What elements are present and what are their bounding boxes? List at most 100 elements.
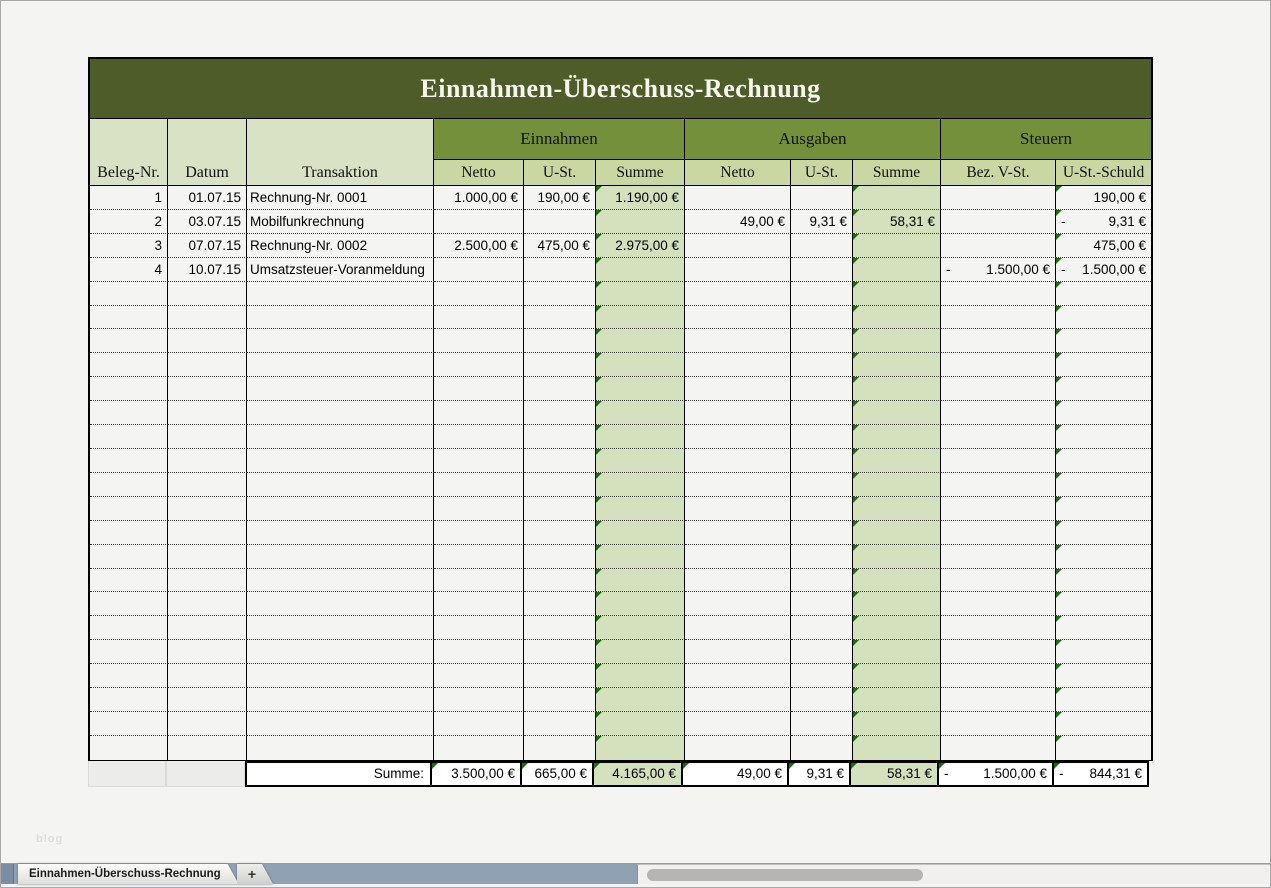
cell-a_netto[interactable] [685, 545, 791, 569]
cell-bez_vst[interactable] [941, 186, 1056, 210]
cell-nr[interactable]: 1 [90, 186, 168, 210]
cell-bez_vst[interactable] [941, 353, 1056, 377]
cell-a_ust[interactable] [791, 569, 853, 593]
cell-e_summe[interactable] [596, 306, 685, 330]
cell-a_summe[interactable] [853, 688, 941, 712]
cell-transaktion[interactable] [247, 569, 434, 593]
cell-transaktion[interactable] [247, 449, 434, 473]
cell-transaktion[interactable] [247, 473, 434, 497]
cell-e_summe[interactable] [596, 569, 685, 593]
summary-label-cell[interactable]: Summe: [245, 761, 432, 787]
cell-nr[interactable] [90, 616, 168, 640]
cell-ust_schuld[interactable] [1056, 329, 1151, 353]
cell-nr[interactable] [90, 521, 168, 545]
cell-e_ust[interactable] [524, 592, 596, 616]
cell-e_ust[interactable] [524, 497, 596, 521]
cell-bez_vst[interactable] [941, 282, 1056, 306]
cell-e_summe[interactable] [596, 712, 685, 736]
cell-transaktion[interactable] [247, 521, 434, 545]
cell-a_netto[interactable] [685, 353, 791, 377]
cell-e_ust[interactable] [524, 377, 596, 401]
cell-e_summe[interactable] [596, 425, 685, 449]
cell-ust_schuld[interactable]: -9,31 € [1056, 210, 1151, 234]
cell-datum[interactable] [168, 569, 247, 593]
cell-bez_vst[interactable] [941, 664, 1056, 688]
cell-transaktion[interactable] [247, 664, 434, 688]
cell-a_ust[interactable] [791, 186, 853, 210]
cell-a_netto[interactable] [685, 258, 791, 282]
cell-nr[interactable] [90, 329, 168, 353]
cell-e_summe[interactable] [596, 640, 685, 664]
cell-ust_schuld[interactable] [1056, 282, 1151, 306]
cell-bez_vst[interactable] [941, 306, 1056, 330]
cell-a_summe[interactable] [853, 640, 941, 664]
cell-a_netto[interactable] [685, 736, 791, 760]
cell-transaktion[interactable] [247, 353, 434, 377]
cell-datum[interactable] [168, 545, 247, 569]
cell-nr[interactable] [90, 425, 168, 449]
cell-e_netto[interactable]: 2.500,00 € [434, 234, 524, 258]
cell-e_netto[interactable] [434, 712, 524, 736]
cell-datum[interactable] [168, 616, 247, 640]
cell-transaktion[interactable] [247, 736, 434, 760]
cell-bez_vst[interactable] [941, 545, 1056, 569]
cell-e_ust[interactable] [524, 449, 596, 473]
cell-e_summe[interactable] [596, 329, 685, 353]
cell-e_netto[interactable] [434, 353, 524, 377]
cell-a_ust[interactable] [791, 521, 853, 545]
cell-ust_schuld[interactable] [1056, 688, 1151, 712]
cell-transaktion[interactable]: Rechnung-Nr. 0001 [247, 186, 434, 210]
cell-bez_vst[interactable] [941, 449, 1056, 473]
cell-ust_schuld[interactable] [1056, 616, 1151, 640]
cell-e_netto[interactable] [434, 473, 524, 497]
summary-bez-vst[interactable]: -1.500,00 € [939, 761, 1054, 787]
cell-a_netto[interactable] [685, 497, 791, 521]
cell-a_summe[interactable] [853, 329, 941, 353]
cell-transaktion[interactable] [247, 377, 434, 401]
cell-e_ust[interactable] [524, 616, 596, 640]
cell-nr[interactable] [90, 377, 168, 401]
cell-a_summe[interactable] [853, 545, 941, 569]
cell-nr[interactable] [90, 640, 168, 664]
cell-a_netto[interactable] [685, 616, 791, 640]
cell-a_ust[interactable] [791, 449, 853, 473]
cell-a_summe[interactable] [853, 569, 941, 593]
cell-transaktion[interactable] [247, 616, 434, 640]
cell-a_summe[interactable] [853, 425, 941, 449]
summary-cell-empty-datum[interactable] [166, 761, 245, 787]
cell-datum[interactable] [168, 425, 247, 449]
cell-a_netto[interactable] [685, 377, 791, 401]
cell-e_netto[interactable] [434, 736, 524, 760]
cell-e_ust[interactable] [524, 282, 596, 306]
cell-e_summe[interactable]: 2.975,00 € [596, 234, 685, 258]
cell-bez_vst[interactable] [941, 425, 1056, 449]
cell-a_summe[interactable] [853, 664, 941, 688]
cell-e_summe[interactable] [596, 592, 685, 616]
cell-nr[interactable] [90, 473, 168, 497]
cell-e_netto[interactable] [434, 329, 524, 353]
cell-a_summe[interactable] [853, 521, 941, 545]
cell-e_summe[interactable] [596, 521, 685, 545]
cell-e_ust[interactable] [524, 210, 596, 234]
cell-a_ust[interactable] [791, 592, 853, 616]
cell-a_ust[interactable] [791, 688, 853, 712]
cell-e_ust[interactable] [524, 425, 596, 449]
cell-bez_vst[interactable] [941, 234, 1056, 258]
cell-e_ust[interactable] [524, 258, 596, 282]
cell-a_summe[interactable] [853, 258, 941, 282]
cell-a_netto[interactable] [685, 401, 791, 425]
cell-e_netto[interactable] [434, 377, 524, 401]
cell-nr[interactable] [90, 569, 168, 593]
cell-e_ust[interactable] [524, 569, 596, 593]
cell-nr[interactable] [90, 592, 168, 616]
cell-e_netto[interactable] [434, 401, 524, 425]
cell-e_ust[interactable] [524, 545, 596, 569]
cell-e_netto[interactable]: 1.000,00 € [434, 186, 524, 210]
cell-a_summe[interactable] [853, 449, 941, 473]
cell-a_summe[interactable] [853, 473, 941, 497]
cell-a_ust[interactable]: 9,31 € [791, 210, 853, 234]
cell-e_summe[interactable] [596, 545, 685, 569]
cell-nr[interactable] [90, 306, 168, 330]
cell-a_netto[interactable] [685, 521, 791, 545]
cell-e_netto[interactable] [434, 258, 524, 282]
